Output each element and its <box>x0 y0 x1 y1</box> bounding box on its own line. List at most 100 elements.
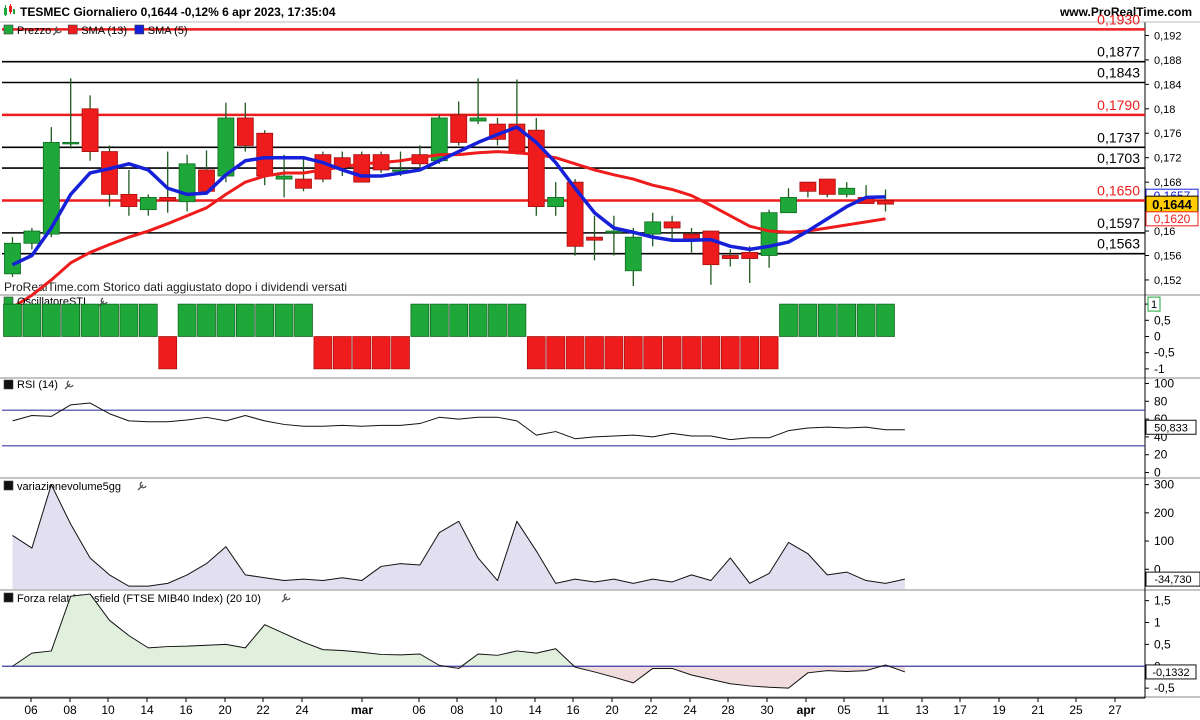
x-tick-label: 24 <box>683 703 697 717</box>
candle-body <box>799 181 817 192</box>
x-tick-label: 08 <box>63 703 77 717</box>
candle-body <box>566 181 584 247</box>
oscillator-bar <box>177 303 197 337</box>
candle-body <box>780 197 797 214</box>
wrench-shape <box>281 593 291 603</box>
oscillator-bar <box>662 336 682 370</box>
rsi-tick-label: 20 <box>1154 448 1168 462</box>
candle-body <box>838 187 856 195</box>
x-tick-label: 16 <box>566 703 580 717</box>
candle-body <box>159 197 177 201</box>
x-tick-label: 20 <box>218 703 232 717</box>
candle-body <box>624 236 642 272</box>
oscillator-bar <box>138 303 158 337</box>
volume-change-tick-label: 300 <box>1154 478 1174 492</box>
settings-wrench-icon[interactable] <box>64 380 74 390</box>
candle-body <box>663 221 681 229</box>
candle-body <box>586 236 603 241</box>
oscillator-bar <box>100 303 119 337</box>
price-tick-label: 0,156 <box>1154 250 1182 262</box>
legend-sma5-swatch <box>134 24 145 35</box>
price-tick-label: 0,168 <box>1154 177 1182 189</box>
legend-prezzo-swatch <box>3 24 14 35</box>
oscillator-bar <box>197 303 216 337</box>
wrench-shape <box>64 380 74 390</box>
candle-body <box>818 178 836 195</box>
x-tick-label: 14 <box>140 703 154 717</box>
candle-body <box>605 230 623 233</box>
candle-body <box>101 151 118 195</box>
price-tick-label: 0,184 <box>1154 79 1182 91</box>
chart-canvas[interactable]: 0,1520,1560,160,1640,1680,1720,1760,180,… <box>0 0 1200 720</box>
level-label: 0,1737 <box>1097 129 1140 145</box>
volume-change-swatch <box>3 480 14 491</box>
oscillator-bar <box>876 303 895 337</box>
candle-body <box>469 117 487 122</box>
oscillator-bar <box>623 336 643 370</box>
legend-sma13-label: SMA (13) <box>81 25 127 37</box>
candle-body <box>139 197 157 211</box>
x-tick-label: 21 <box>1031 703 1045 717</box>
oscillator-bar <box>856 303 876 337</box>
oscillator-bar <box>817 303 837 337</box>
oscillator-bar <box>526 336 546 370</box>
x-tick-label: 22 <box>644 703 658 717</box>
settings-wrench-icon[interactable] <box>137 481 147 491</box>
wrench-shape <box>137 481 147 491</box>
oscillator-tick-label: 0,5 <box>1154 313 1171 327</box>
level-label: 0,1563 <box>1097 236 1140 252</box>
volume-change-tick-label: 100 <box>1154 534 1174 548</box>
candle-body <box>236 117 254 146</box>
oscillator-bar <box>546 336 566 370</box>
oscillator-bar <box>798 303 818 337</box>
legend-sma13-swatch <box>67 24 78 35</box>
oscillator-tick-label: -0,5 <box>1154 346 1175 360</box>
oscillator-bar <box>410 303 430 337</box>
oscillator-bar <box>80 303 100 337</box>
oscillator-bar <box>837 303 857 337</box>
oscillator-bar <box>604 336 624 370</box>
volume-change-title: variazionevolume5gg <box>17 481 121 493</box>
x-tick-label: 10 <box>101 703 115 717</box>
price-tick-label: 0,176 <box>1154 128 1182 140</box>
price-tick-label: 0,192 <box>1154 30 1182 42</box>
x-tick-label: 13 <box>915 703 929 717</box>
volume-change-tick-label: 200 <box>1154 506 1174 520</box>
oscillator-bar <box>371 336 391 370</box>
oscillator-bar <box>119 303 139 337</box>
candle-body <box>4 242 21 275</box>
oscillator-bar <box>468 303 488 337</box>
oscillator-bar <box>22 303 42 337</box>
settings-wrench-icon[interactable] <box>281 593 291 603</box>
price-tick-label: 0,16 <box>1154 226 1175 238</box>
oscillator-bar <box>740 336 760 370</box>
x-tick-label: mar <box>351 703 373 717</box>
oscillator-bar <box>41 303 61 337</box>
x-tick-label: 24 <box>295 703 309 717</box>
candle-body <box>314 154 332 180</box>
chart-window: { "header": { "title": "TESMEC Giornalie… <box>0 0 1200 720</box>
mansfield-tick-label: -0,5 <box>1154 681 1175 695</box>
mansfield-title: Forza relat Mansfield (FTSE MIB40 Index)… <box>17 593 261 605</box>
candle-body <box>217 117 235 177</box>
rsi-tick-label: 80 <box>1154 394 1168 408</box>
candle-body <box>256 132 274 177</box>
x-tick-label: 25 <box>1069 703 1083 717</box>
oscillator-bar <box>352 336 372 370</box>
volume-change-value-label: -34,730 <box>1154 574 1191 586</box>
level-label: 0,1877 <box>1097 44 1140 60</box>
price-tick-label: 0,172 <box>1154 153 1182 165</box>
candle-body <box>877 200 894 205</box>
level-label: 0,1650 <box>1097 182 1140 198</box>
mansfield-negative-area <box>12 666 905 689</box>
candle-body <box>644 221 662 235</box>
x-tick-label: apr <box>797 703 816 717</box>
oscillator-bar <box>391 336 410 370</box>
level-label: 0,1703 <box>1097 150 1140 166</box>
rsi-tick-label: 100 <box>1154 376 1174 390</box>
level-label: 0,1843 <box>1097 65 1140 81</box>
oscillator-value-label: 1 <box>1151 299 1157 311</box>
x-tick-label: 20 <box>605 703 619 717</box>
value-tag-label: 0,1620 <box>1154 212 1191 226</box>
candle-body <box>702 230 720 266</box>
